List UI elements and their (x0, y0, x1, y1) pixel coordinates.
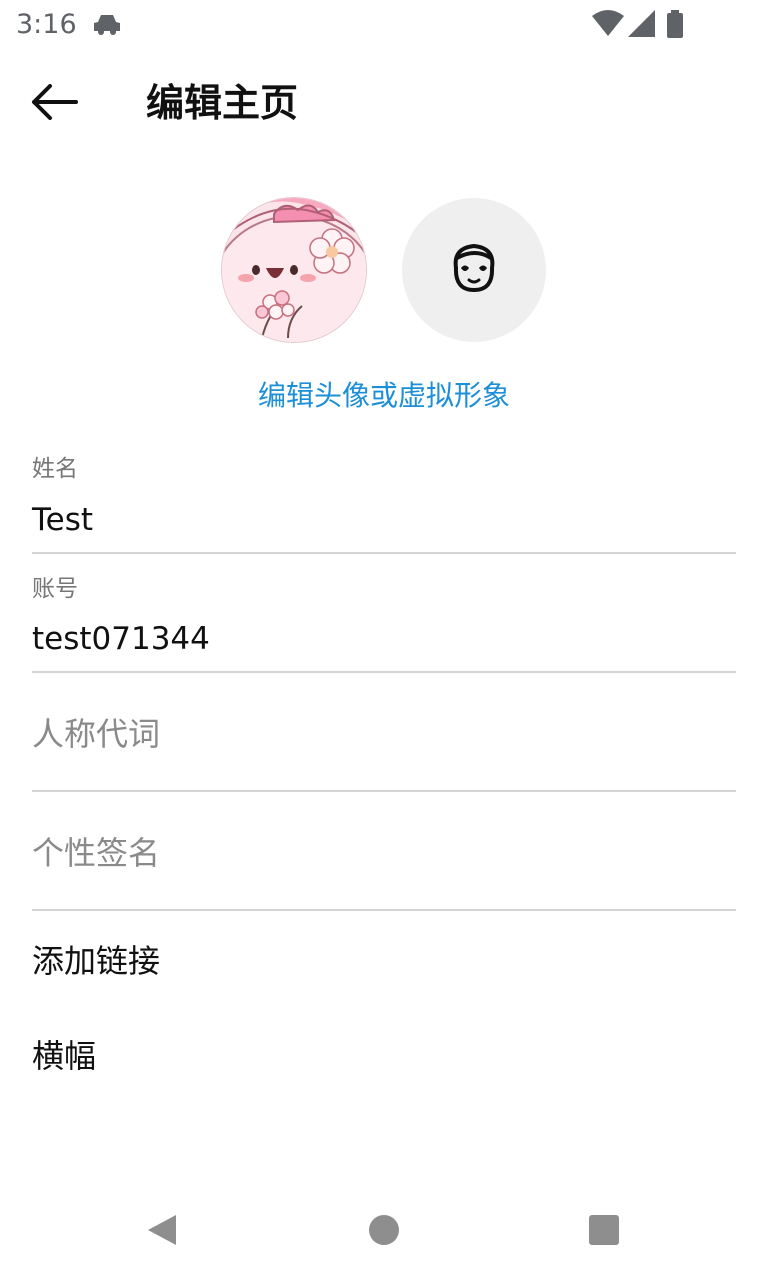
top-app-bar: 编辑主页 (0, 52, 768, 156)
circle-home-icon (368, 1214, 400, 1250)
bio-field[interactable]: 个性签名 (32, 809, 736, 911)
avatar-face-icon (449, 242, 499, 298)
banner-item[interactable]: 横幅 (32, 1035, 736, 1077)
nav-home-button[interactable] (352, 1200, 416, 1264)
name-field-label: 姓名 (32, 456, 78, 482)
car-icon (92, 12, 122, 38)
account-field[interactable]: 账号 test071344 (32, 572, 736, 673)
back-button[interactable] (22, 72, 86, 136)
account-field-value[interactable]: test071344 (32, 619, 210, 659)
nav-recents-button[interactable] (572, 1200, 636, 1264)
account-field-label: 账号 (32, 576, 78, 602)
profile-avatar-image (222, 198, 366, 342)
bio-field-placeholder[interactable]: 个性签名 (32, 832, 160, 874)
edit-avatar-link[interactable]: 编辑头像或虚拟形象 (0, 374, 768, 418)
square-recents-icon (588, 1214, 620, 1250)
pronouns-field-placeholder[interactable]: 人称代词 (32, 713, 160, 755)
arrow-back-icon (30, 84, 78, 124)
name-field-value[interactable]: Test (32, 500, 93, 540)
status-bar: 3:16 (0, 0, 768, 50)
edit-profile-screen: 3:16 编辑主页 编辑头像或虚拟形象 姓名 Test 账号 test07134… (0, 0, 768, 1280)
status-time: 3:16 (16, 9, 77, 40)
system-nav-bar (0, 1184, 768, 1280)
avatar-row (0, 198, 768, 344)
name-field[interactable]: 姓名 Test (32, 452, 736, 554)
page-title: 编辑主页 (146, 81, 299, 125)
avatar-maker-button[interactable] (402, 198, 546, 342)
profile-avatar[interactable] (222, 198, 366, 342)
triangle-back-icon (146, 1213, 178, 1251)
pronouns-field[interactable]: 人称代词 (32, 690, 736, 792)
nav-back-button[interactable] (130, 1200, 194, 1264)
add-link-item[interactable]: 添加链接 (32, 940, 736, 982)
